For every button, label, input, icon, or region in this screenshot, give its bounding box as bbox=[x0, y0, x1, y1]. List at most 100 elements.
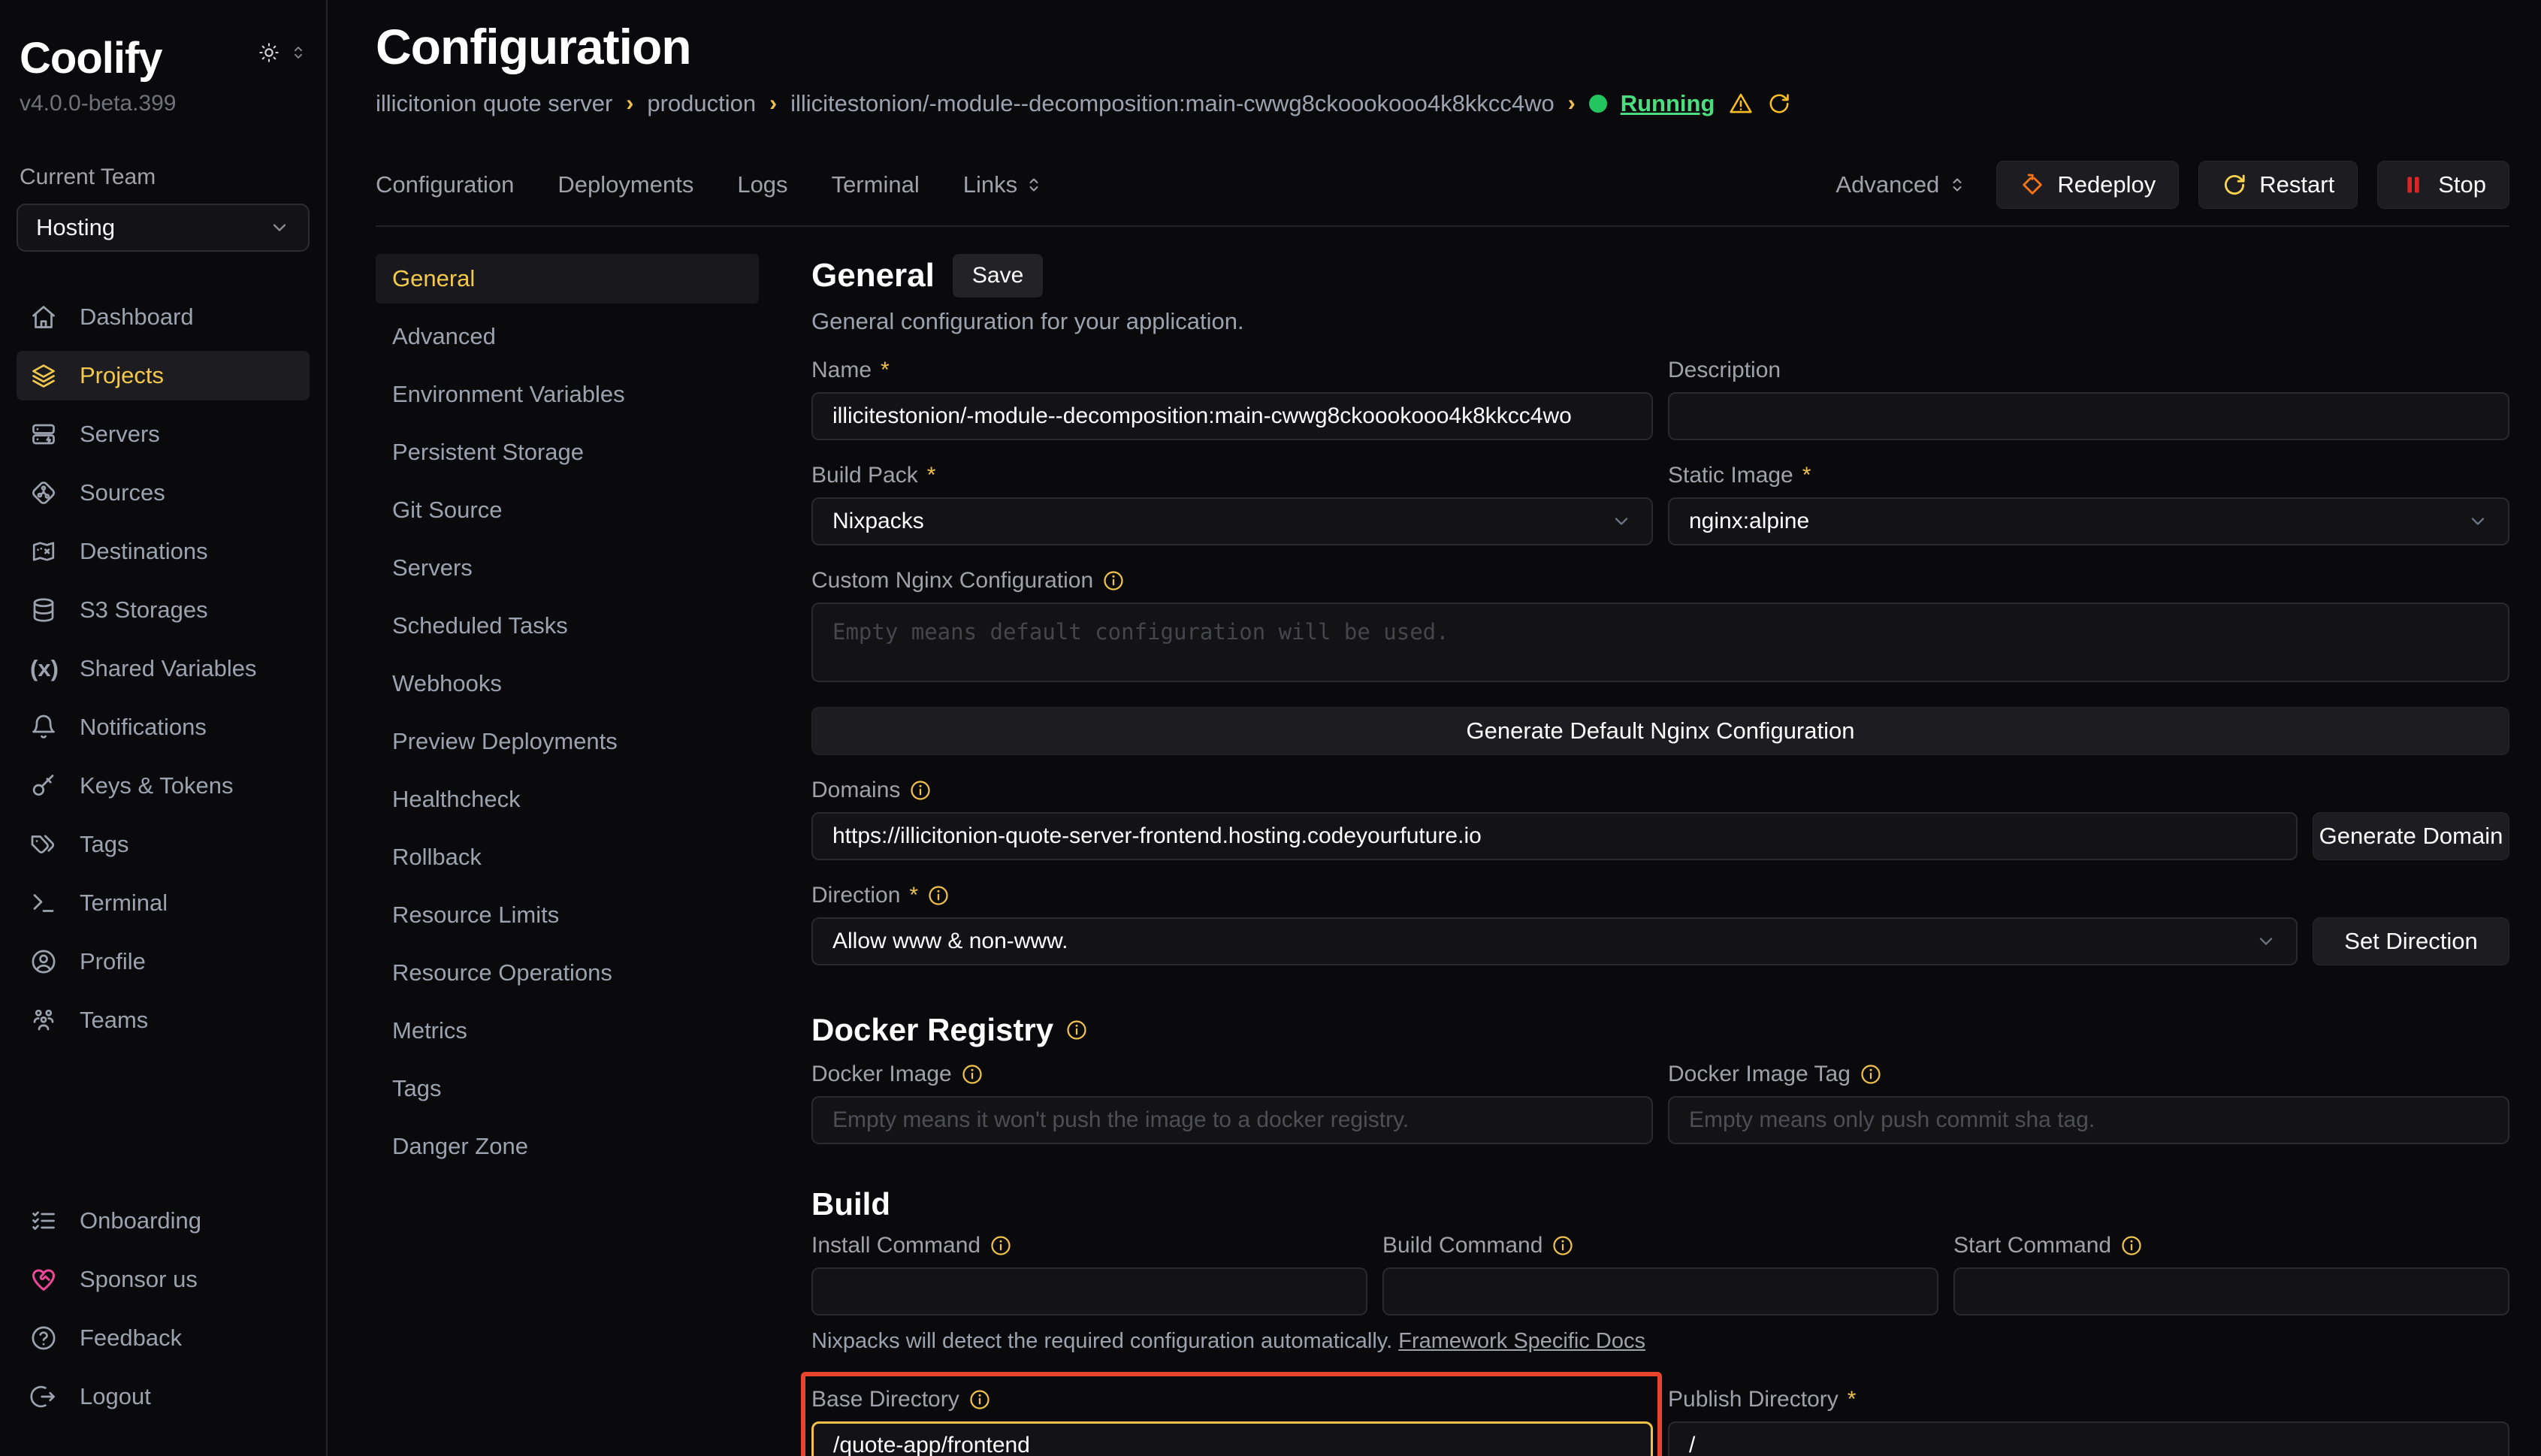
theme-toggle-sun-icon[interactable] bbox=[258, 42, 279, 67]
subnav-item-servers[interactable]: Servers bbox=[376, 543, 759, 593]
domains-input[interactable] bbox=[811, 812, 2298, 860]
info-icon[interactable] bbox=[2120, 1234, 2143, 1257]
version-switch-chevrons-icon[interactable] bbox=[290, 44, 307, 65]
sidebar-item-profile[interactable]: Profile bbox=[17, 937, 310, 986]
tab-links[interactable]: Links bbox=[963, 171, 1043, 198]
info-icon[interactable] bbox=[990, 1234, 1012, 1257]
build-command-input[interactable] bbox=[1382, 1267, 1938, 1316]
publish-directory-input[interactable] bbox=[1668, 1421, 2509, 1456]
braces-x-icon: (x) bbox=[30, 655, 57, 682]
sidebar-item-shared-variables[interactable]: (x) Shared Variables bbox=[17, 644, 310, 693]
nixpacks-note: Nixpacks will detect the required config… bbox=[811, 1329, 2509, 1354]
sidebar-item-teams[interactable]: Teams bbox=[17, 995, 310, 1045]
tab-terminal[interactable]: Terminal bbox=[832, 171, 920, 198]
subnav-item-rollback[interactable]: Rollback bbox=[376, 832, 759, 882]
base-directory-input[interactable] bbox=[811, 1421, 1653, 1456]
subnav-item-scheduled-tasks[interactable]: Scheduled Tasks bbox=[376, 601, 759, 651]
direction-select[interactable]: Allow www & non-www. bbox=[811, 917, 2298, 965]
subnav-item-danger-zone[interactable]: Danger Zone bbox=[376, 1122, 759, 1171]
start-command-input[interactable] bbox=[1953, 1267, 2509, 1316]
advanced-dropdown[interactable]: Advanced bbox=[1836, 171, 1966, 198]
tags-icon bbox=[30, 831, 57, 858]
user-circle-icon bbox=[30, 948, 57, 975]
status-running-link[interactable]: Running bbox=[1621, 90, 1715, 117]
restart-button[interactable]: Restart bbox=[2198, 161, 2358, 209]
sidebar-footer: Onboarding Sponsor us Feedback Logout bbox=[17, 1196, 310, 1421]
stop-button[interactable]: Stop bbox=[2377, 161, 2509, 209]
tab-deployments[interactable]: Deployments bbox=[557, 171, 693, 198]
sidebar-item-destinations[interactable]: Destinations bbox=[17, 527, 310, 576]
generate-nginx-button[interactable]: Generate Default Nginx Configuration bbox=[811, 707, 2509, 755]
set-direction-button[interactable]: Set Direction bbox=[2313, 917, 2509, 965]
team-select[interactable]: Hosting bbox=[17, 204, 310, 252]
tab-logs[interactable]: Logs bbox=[737, 171, 787, 198]
heart-handshake-icon bbox=[30, 1266, 57, 1293]
chevron-down-icon bbox=[2467, 511, 2488, 532]
sidebar-item-sponsor-us[interactable]: Sponsor us bbox=[17, 1255, 310, 1304]
info-icon[interactable] bbox=[968, 1388, 991, 1411]
subnav-item-environment-variables[interactable]: Environment Variables bbox=[376, 370, 759, 419]
description-input[interactable] bbox=[1668, 392, 2509, 440]
sidebar-item-terminal[interactable]: Terminal bbox=[17, 878, 310, 928]
sidebar-item-notifications[interactable]: Notifications bbox=[17, 702, 310, 752]
sidebar-item-keys-tokens[interactable]: Keys & Tokens bbox=[17, 761, 310, 811]
refresh-icon[interactable] bbox=[1767, 92, 1791, 116]
build-command-label: Build Command bbox=[1382, 1233, 1542, 1258]
build-pack-select[interactable]: Nixpacks bbox=[811, 497, 1653, 545]
sidebar-item-logout[interactable]: Logout bbox=[17, 1372, 310, 1421]
subnav-item-metrics[interactable]: Metrics bbox=[376, 1006, 759, 1056]
git-source-icon bbox=[30, 479, 57, 506]
docker-image-input[interactable] bbox=[811, 1096, 1653, 1144]
tab-configuration[interactable]: Configuration bbox=[376, 171, 514, 198]
info-icon[interactable] bbox=[927, 884, 950, 907]
subnav-item-advanced[interactable]: Advanced bbox=[376, 312, 759, 361]
info-icon[interactable] bbox=[961, 1063, 983, 1086]
subnav-item-tags[interactable]: Tags bbox=[376, 1064, 759, 1113]
info-icon[interactable] bbox=[1102, 569, 1125, 592]
stop-pause-icon bbox=[2401, 172, 2426, 198]
framework-docs-link[interactable]: Framework Specific Docs bbox=[1398, 1329, 1645, 1353]
sidebar-item-sources[interactable]: Sources bbox=[17, 468, 310, 518]
breadcrumb-project[interactable]: illicitonion quote server bbox=[376, 90, 612, 117]
subnav-item-persistent-storage[interactable]: Persistent Storage bbox=[376, 427, 759, 477]
name-label: Name bbox=[811, 358, 872, 383]
layers-icon bbox=[30, 362, 57, 389]
sidebar-nav: Dashboard Projects Servers Sources Desti… bbox=[17, 292, 310, 1045]
sidebar-item-feedback[interactable]: Feedback bbox=[17, 1313, 310, 1363]
subnav-item-general[interactable]: General bbox=[376, 254, 759, 304]
static-image-select[interactable]: nginx:alpine bbox=[1668, 497, 2509, 545]
info-icon[interactable] bbox=[909, 779, 932, 802]
sidebar-item-dashboard[interactable]: Dashboard bbox=[17, 292, 310, 342]
info-icon[interactable] bbox=[1860, 1063, 1882, 1086]
subnav-item-healthcheck[interactable]: Healthcheck bbox=[376, 775, 759, 824]
sidebar-item-projects[interactable]: Projects bbox=[17, 351, 310, 400]
docker-image-tag-input[interactable] bbox=[1668, 1096, 2509, 1144]
subnav-item-webhooks[interactable]: Webhooks bbox=[376, 659, 759, 708]
chevron-down-icon bbox=[1611, 511, 1632, 532]
name-input[interactable] bbox=[811, 392, 1653, 440]
info-icon[interactable] bbox=[1065, 1019, 1088, 1041]
subnav-item-preview-deployments[interactable]: Preview Deployments bbox=[376, 717, 759, 766]
tab-divider bbox=[376, 225, 2509, 227]
info-icon[interactable] bbox=[1551, 1234, 1574, 1257]
start-command-label: Start Command bbox=[1953, 1233, 2111, 1258]
logout-icon bbox=[30, 1383, 57, 1410]
sidebar-item-tags[interactable]: Tags bbox=[17, 820, 310, 869]
redeploy-button[interactable]: Redeploy bbox=[1996, 161, 2179, 209]
sidebar-item-onboarding[interactable]: Onboarding bbox=[17, 1196, 310, 1246]
subnav-item-resource-limits[interactable]: Resource Limits bbox=[376, 890, 759, 940]
warning-triangle-icon[interactable] bbox=[1728, 91, 1754, 116]
breadcrumb-environment[interactable]: production bbox=[647, 90, 756, 117]
sidebar-item-servers[interactable]: Servers bbox=[17, 409, 310, 459]
database-icon bbox=[30, 597, 57, 624]
current-team-label: Current Team bbox=[20, 165, 307, 190]
subnav-item-resource-operations[interactable]: Resource Operations bbox=[376, 948, 759, 998]
generate-domain-button[interactable]: Generate Domain bbox=[2313, 812, 2509, 860]
key-icon bbox=[30, 772, 57, 799]
install-command-input[interactable] bbox=[811, 1267, 1367, 1316]
breadcrumb-application[interactable]: illicitestonion/-module--decomposition:m… bbox=[790, 90, 1555, 117]
save-button[interactable]: Save bbox=[953, 254, 1043, 298]
custom-nginx-textarea[interactable] bbox=[811, 603, 2509, 682]
subnav-item-git-source[interactable]: Git Source bbox=[376, 485, 759, 535]
sidebar-item-s3-storages[interactable]: S3 Storages bbox=[17, 585, 310, 635]
